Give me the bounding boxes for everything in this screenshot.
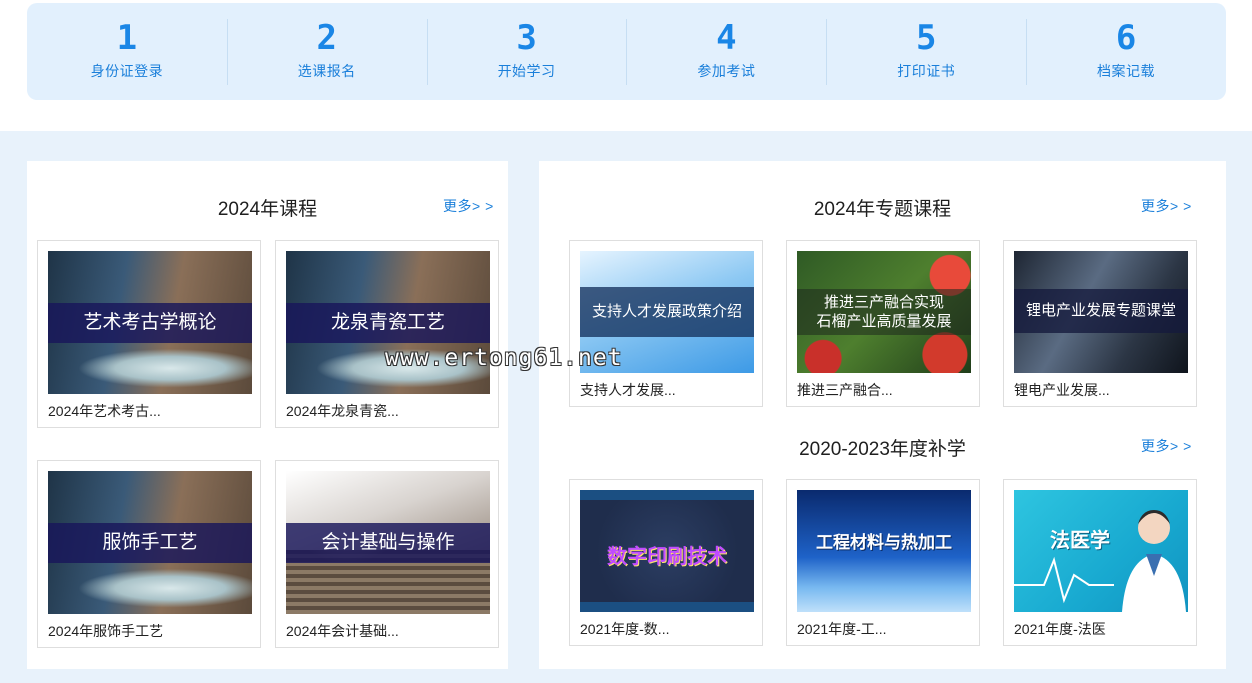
course-banner: 龙泉青瓷工艺 — [286, 303, 490, 343]
course-card[interactable]: 艺术考古学概论 2024年艺术考古... — [37, 240, 261, 428]
course-thumbnail: 龙泉青瓷工艺 — [286, 251, 490, 394]
step-take-exam[interactable]: 4 参加考试 — [626, 3, 826, 100]
course-card[interactable]: 服饰手工艺 2024年服饰手工艺 — [37, 460, 261, 648]
course-caption: 2024年龙泉青瓷... — [286, 403, 399, 419]
more-link[interactable]: 更多> > — [1141, 436, 1192, 456]
section-title: 2020-2023年度补学 — [799, 439, 966, 460]
step-number: 1 — [116, 18, 138, 58]
course-thumbnail: 工程材料与热加工 — [797, 490, 971, 612]
course-caption: 2021年度-数... — [580, 621, 670, 637]
course-thumbnail: 锂电产业发展专题课堂 — [1014, 251, 1188, 373]
more-link[interactable]: 更多> > — [1141, 196, 1192, 216]
course-caption: 2024年会计基础... — [286, 623, 399, 639]
step-archive-record[interactable]: 6 档案记载 — [1026, 3, 1226, 100]
step-number: 3 — [516, 18, 537, 58]
step-label: 参加考试 — [697, 63, 756, 79]
course-banner: 会计基础与操作 — [286, 523, 490, 563]
special-course-card[interactable]: 锂电产业发展专题课堂 锂电产业发展... — [1003, 240, 1197, 407]
step-number: 6 — [1115, 18, 1137, 58]
course-thumbnail: 会计基础与操作 — [286, 471, 490, 614]
content-area: 2024年课程 更多> > 艺术考古学概论 2024年艺术考古... 龙泉青瓷工… — [0, 131, 1252, 683]
special-course-card[interactable]: 推进三产融合实现 石榴产业高质量发展 推进三产融合... — [786, 240, 980, 407]
step-course-enroll[interactable]: 2 选课报名 — [226, 3, 427, 100]
step-id-login[interactable]: 1 身份证登录 — [27, 3, 227, 100]
course-card[interactable]: 会计基础与操作 2024年会计基础... — [275, 460, 499, 648]
course-banner: 锂电产业发展专题课堂 — [1014, 289, 1188, 333]
course-thumbnail: 法医学 — [1014, 490, 1188, 612]
step-start-learning[interactable]: 3 开始学习 — [426, 3, 627, 100]
image-title: 数字印刷技术 — [607, 546, 727, 568]
section-title: 2024年专题课程 — [813, 199, 952, 220]
step-label: 身份证登录 — [90, 63, 164, 79]
step-number: 4 — [716, 18, 737, 58]
banner-line: 石榴产业高质量发展 — [816, 313, 952, 330]
course-caption: 2024年艺术考古... — [48, 403, 161, 419]
course-caption: 锂电产业发展... — [1014, 382, 1110, 398]
step-label: 打印证书 — [897, 63, 956, 79]
course-caption: 2024年服饰手工艺 — [48, 623, 164, 639]
step-label: 档案记载 — [1097, 63, 1156, 79]
step-print-certificate[interactable]: 5 打印证书 — [826, 3, 1026, 100]
makeup-course-card[interactable]: 数字印刷技术 2021年度-数... — [569, 479, 763, 646]
course-thumbnail: 数字印刷技术 — [580, 490, 754, 612]
course-caption: 2021年度-法医 — [1014, 621, 1106, 637]
watermark: www.ertong61.net — [385, 345, 623, 371]
step-number: 5 — [915, 18, 937, 58]
steps-bar: 1 身份证登录 2 选课报名 3 开始学习 4 参加考试 5 打印证书 6 档案… — [27, 3, 1226, 100]
makeup-course-card[interactable]: 工程材料与热加工 2021年度-工... — [786, 479, 980, 646]
step-label: 开始学习 — [497, 63, 556, 79]
makeup-course-card[interactable]: 法医学 2021年度-法医 — [1003, 479, 1197, 646]
courses-2024-panel: 2024年课程 更多> > 艺术考古学概论 2024年艺术考古... 龙泉青瓷工… — [27, 161, 508, 669]
course-thumbnail: 艺术考古学概论 — [48, 251, 252, 394]
course-caption: 2021年度-工... — [797, 621, 887, 637]
course-banner: 服饰手工艺 — [48, 523, 252, 563]
course-banner: 支持人才发展政策介绍 — [580, 287, 754, 337]
course-thumbnail: 服饰手工艺 — [48, 471, 252, 614]
image-title: 工程材料与热加工 — [816, 533, 952, 552]
step-number: 2 — [316, 18, 337, 58]
course-banner: 推进三产融合实现 石榴产业高质量发展 — [797, 289, 971, 335]
banner-line: 推进三产融合实现 — [823, 294, 944, 311]
course-caption: 支持人才发展... — [580, 382, 676, 398]
section-title: 2024年课程 — [217, 199, 318, 220]
more-link[interactable]: 更多> > — [443, 196, 494, 216]
course-caption: 推进三产融合... — [797, 382, 893, 398]
image-title: 法医学 — [1050, 530, 1110, 552]
special-courses-panel: 2024年专题课程 更多> > 支持人才发展政策介绍 支持人才发展... 推进三… — [539, 161, 1226, 669]
course-thumbnail: 推进三产融合实现 石榴产业高质量发展 — [797, 251, 971, 373]
special-course-card[interactable]: 支持人才发展政策介绍 支持人才发展... — [569, 240, 763, 407]
course-banner: 艺术考古学概论 — [48, 303, 252, 343]
step-label: 选课报名 — [297, 63, 356, 79]
course-card[interactable]: 龙泉青瓷工艺 2024年龙泉青瓷... — [275, 240, 499, 428]
